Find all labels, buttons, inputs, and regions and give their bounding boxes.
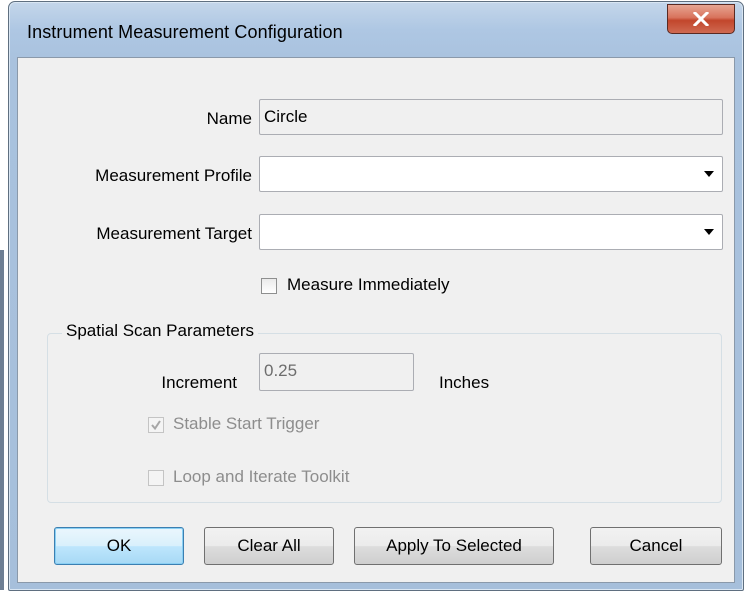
background-window-edge bbox=[0, 250, 4, 590]
measure-immediately-label[interactable]: Measure Immediately bbox=[287, 275, 450, 295]
spatial-scan-group-title: Spatial Scan Parameters bbox=[62, 321, 259, 341]
window-title: Instrument Measurement Configuration bbox=[27, 22, 343, 42]
loop-iterate-toolkit-label: Loop and Iterate Toolkit bbox=[173, 467, 350, 486]
ok-button[interactable]: OK bbox=[54, 527, 184, 565]
measurement-profile-dropdown[interactable] bbox=[259, 156, 723, 192]
name-field: Circle bbox=[259, 99, 723, 135]
chevron-down-icon bbox=[704, 171, 714, 177]
chevron-down-icon bbox=[704, 229, 714, 235]
name-value: Circle bbox=[264, 107, 308, 126]
checkmark-icon bbox=[151, 420, 161, 431]
measure-immediately-checkbox[interactable] bbox=[261, 278, 277, 294]
increment-unit-label: Inches bbox=[439, 373, 490, 392]
loop-iterate-toolkit-checkbox bbox=[148, 470, 164, 486]
dialog-client-area: Name Circle Measurement Profile Measurem… bbox=[17, 57, 735, 583]
increment-label: Increment bbox=[161, 373, 237, 392]
clear-all-button[interactable]: Clear All bbox=[204, 527, 334, 565]
apply-to-selected-button[interactable]: Apply To Selected bbox=[354, 527, 554, 565]
title-bar[interactable]: Instrument Measurement Configuration bbox=[9, 2, 743, 58]
stable-start-trigger-checkbox bbox=[148, 417, 164, 433]
close-button[interactable] bbox=[667, 4, 735, 34]
name-label: Name bbox=[206, 109, 252, 128]
close-icon bbox=[693, 12, 709, 26]
measurement-target-label: Measurement Target bbox=[96, 224, 252, 243]
cancel-button[interactable]: Cancel bbox=[590, 527, 722, 565]
measurement-target-dropdown[interactable] bbox=[259, 214, 723, 250]
dialog-window: Instrument Measurement Configuration Nam… bbox=[8, 1, 744, 591]
increment-value: 0.25 bbox=[264, 361, 298, 380]
stable-start-trigger-label: Stable Start Trigger bbox=[173, 414, 320, 433]
increment-field: 0.25 bbox=[259, 353, 414, 391]
measurement-profile-label: Measurement Profile bbox=[95, 166, 252, 185]
